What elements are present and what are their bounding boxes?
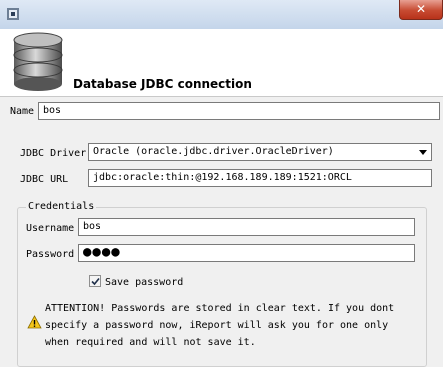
checkmark-icon — [91, 277, 100, 286]
warning-icon — [27, 315, 42, 329]
password-label: Password — [26, 249, 75, 260]
close-button[interactable]: ✕ — [399, 0, 443, 20]
window-titlebar: ✕ — [0, 0, 443, 30]
warning-line-2: specify a password now, iReport will ask… — [45, 320, 389, 331]
name-label: Name — [10, 106, 35, 117]
password-warning-text: ATTENTION! Passwords are stored in clear… — [45, 300, 437, 351]
jdbc-url-input[interactable]: jdbc:oracle:thin:@192.168.189.189:1521:O… — [88, 169, 432, 187]
save-password-label[interactable]: Save password — [105, 277, 183, 288]
username-input[interactable]: bos — [78, 218, 415, 236]
database-icon — [13, 32, 63, 91]
warning-line-3: when required and will not save it. — [45, 337, 256, 348]
jdbc-driver-value: Oracle (oracle.jdbc.driver.OracleDriver) — [93, 146, 334, 157]
dropdown-arrow-icon — [419, 150, 427, 155]
jdbc-driver-label: JDBC Driver — [20, 148, 87, 159]
username-label: Username — [26, 223, 75, 234]
jdbc-driver-select[interactable]: Oracle (oracle.jdbc.driver.OracleDriver) — [88, 143, 432, 161]
password-input[interactable]: ●●●● — [78, 244, 415, 262]
name-input[interactable]: bos — [38, 102, 440, 120]
jdbc-url-label: JDBC URL — [20, 174, 69, 185]
save-password-checkbox[interactable] — [89, 275, 101, 287]
credentials-legend: Credentials — [26, 201, 97, 212]
warning-line-1: ATTENTION! Passwords are stored in clear… — [45, 303, 395, 314]
ireport-app-icon — [7, 8, 19, 20]
dialog-header: Database JDBC connection — [0, 29, 443, 97]
header-title: Database JDBC connection — [73, 77, 252, 91]
